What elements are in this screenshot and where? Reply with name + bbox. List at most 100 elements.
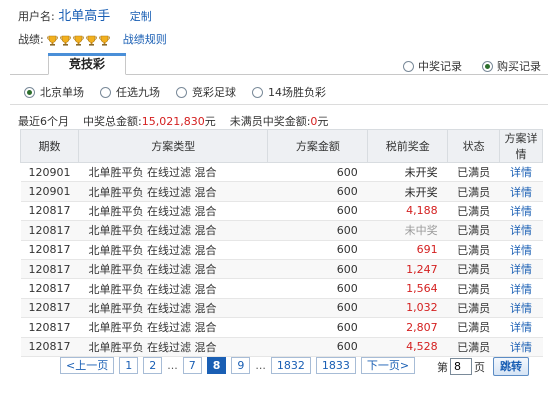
toggle-win-records[interactable]: 中奖记录 xyxy=(403,58,462,74)
trophy-list xyxy=(46,34,111,47)
record-label: 战绩: xyxy=(18,33,44,46)
table-header-row: 期数 方案类型 方案金额 税前奖金 状态 方案详情 xyxy=(20,129,543,163)
summary-unfull: 未满员中奖金额:0元 xyxy=(230,113,329,129)
page-button[interactable]: 2 xyxy=(143,357,163,374)
page-button[interactable]: 8 xyxy=(206,357,227,374)
page-jump: 第 页 跳转 xyxy=(437,357,529,376)
custom-link[interactable]: 定制 xyxy=(130,10,152,23)
radio-icon[interactable] xyxy=(252,86,263,98)
col-detail: 方案详情 xyxy=(499,129,543,163)
row-status: 已满员 xyxy=(447,201,500,222)
row-prize: 691 xyxy=(367,240,448,260)
row-prize: 4,188 xyxy=(367,201,448,222)
table-row: 120817 北单胜平负 在线过滤 混合 600 4,528 已满员 详情 xyxy=(20,337,543,357)
summary-total-value: 15,021,830 xyxy=(141,115,205,128)
row-amount: 600 xyxy=(267,181,368,202)
page-button[interactable]: 7 xyxy=(182,357,202,374)
lottery-type-selector: 北京单场 任选九场 竞彩足球 14场胜负彩 xyxy=(24,84,342,100)
row-detail-link[interactable]: 详情 xyxy=(499,240,543,260)
lottery-option-label: 任选九场 xyxy=(116,86,160,99)
page-button[interactable]: 1 xyxy=(119,357,139,374)
row-detail-link[interactable]: 详情 xyxy=(499,298,543,319)
row-issue: 120817 xyxy=(20,278,79,299)
tab-accent-bar xyxy=(48,53,126,56)
radio-buy-icon[interactable] xyxy=(482,60,493,72)
lottery-option[interactable]: 竞彩足球 xyxy=(176,84,236,100)
table-row: 120817 北单胜平负 在线过滤 混合 600 1,032 已满员 详情 xyxy=(20,298,543,319)
row-status: 已满员 xyxy=(447,162,500,183)
page-number-input[interactable] xyxy=(450,358,472,375)
jump-label-after: 页 xyxy=(474,360,485,374)
row-prize: 1,564 xyxy=(367,278,448,299)
row-issue: 120901 xyxy=(20,181,79,202)
row-prize: 1,032 xyxy=(367,298,448,319)
row-issue: 120817 xyxy=(20,259,79,280)
summary-period: 最近6个月 xyxy=(18,115,69,128)
col-status: 状态 xyxy=(447,129,501,163)
page-button[interactable]: 1832 xyxy=(270,357,311,374)
summary-row: 最近6个月 中奖总金额:15,021,830元 未满员中奖金额:0元 xyxy=(18,113,328,129)
record-rules-link[interactable]: 战绩规则 xyxy=(123,32,167,48)
row-prize: 未开奖 xyxy=(367,162,448,183)
row-detail-link[interactable]: 详情 xyxy=(499,337,543,357)
table-row: 120901 北单胜平负 在线过滤 混合 600 未开奖 已满员 详情 xyxy=(20,162,543,183)
row-type: 北单胜平负 在线过滤 混合 xyxy=(78,317,268,338)
row-prize: 未中奖 xyxy=(367,220,448,241)
row-detail-link[interactable]: 详情 xyxy=(499,220,543,241)
jump-button[interactable]: 跳转 xyxy=(493,357,529,376)
lottery-option-label: 14场胜负彩 xyxy=(268,86,326,99)
row-status: 已满员 xyxy=(447,278,500,299)
row-issue: 120817 xyxy=(20,337,79,357)
lottery-option[interactable]: 北京单场 xyxy=(24,84,84,100)
row-issue: 120817 xyxy=(20,317,79,338)
row-detail-link[interactable]: 详情 xyxy=(499,201,543,222)
lottery-option[interactable]: 14场胜负彩 xyxy=(252,84,326,100)
page-button[interactable]: 1833 xyxy=(315,357,356,374)
row-amount: 600 xyxy=(267,298,368,319)
row-amount: 600 xyxy=(267,201,368,222)
toggle-buy-label: 购买记录 xyxy=(497,60,541,73)
username-link[interactable]: 北单高手 xyxy=(58,9,110,24)
row-type: 北单胜平负 在线过滤 混合 xyxy=(78,201,268,222)
row-issue: 120817 xyxy=(20,201,79,222)
row-detail-link[interactable]: 详情 xyxy=(499,278,543,299)
user-row: 用户名: 北单高手 定制 xyxy=(18,9,152,25)
row-type: 北单胜平负 在线过滤 混合 xyxy=(78,240,268,260)
row-type: 北单胜平负 在线过滤 混合 xyxy=(78,278,268,299)
row-amount: 600 xyxy=(267,240,368,260)
tab-jingjicai[interactable]: 竞技彩 xyxy=(48,53,126,75)
row-type: 北单胜平负 在线过滤 混合 xyxy=(78,259,268,280)
row-amount: 600 xyxy=(267,337,368,357)
row-type: 北单胜平负 在线过滤 混合 xyxy=(78,298,268,319)
row-type: 北单胜平负 在线过滤 混合 xyxy=(78,181,268,202)
row-status: 已满员 xyxy=(447,181,500,202)
row-prize: 2,807 xyxy=(367,317,448,338)
col-amount: 方案金额 xyxy=(267,129,369,163)
table-row: 120817 北单胜平负 在线过滤 混合 600 4,188 已满员 详情 xyxy=(20,201,543,222)
toggle-buy-records[interactable]: 购买记录 xyxy=(482,58,541,74)
table-row: 120817 北单胜平负 在线过滤 混合 600 2,807 已满员 详情 xyxy=(20,317,543,338)
row-issue: 120901 xyxy=(20,162,79,183)
row-status: 已满员 xyxy=(447,317,500,338)
row-prize: 1,247 xyxy=(367,259,448,280)
separator xyxy=(10,104,548,105)
next-page-button[interactable]: 下一页> xyxy=(360,357,416,374)
row-amount: 600 xyxy=(267,162,368,183)
row-detail-link[interactable]: 详情 xyxy=(499,317,543,338)
row-detail-link[interactable]: 详情 xyxy=(499,181,543,202)
radio-icon[interactable] xyxy=(100,86,111,98)
jump-label-before: 第 xyxy=(437,360,448,374)
lottery-option[interactable]: 任选九场 xyxy=(100,84,160,100)
summary-unfull-label: 未满员中奖金额: xyxy=(229,115,311,128)
row-detail-link[interactable]: 详情 xyxy=(499,259,543,280)
row-issue: 120817 xyxy=(20,298,79,319)
row-issue: 120817 xyxy=(20,220,79,241)
radio-icon[interactable] xyxy=(176,86,187,98)
radio-icon[interactable] xyxy=(24,86,35,98)
radio-win-icon[interactable] xyxy=(403,60,414,72)
page-button[interactable]: 9 xyxy=(231,357,251,374)
row-detail-link[interactable]: 详情 xyxy=(499,162,543,183)
col-prize: 税前奖金 xyxy=(367,129,449,163)
pagination: <上一页 1 2... 7 8 9... 1832 1833 下一页> xyxy=(60,357,416,374)
prev-page-button[interactable]: <上一页 xyxy=(60,357,115,374)
